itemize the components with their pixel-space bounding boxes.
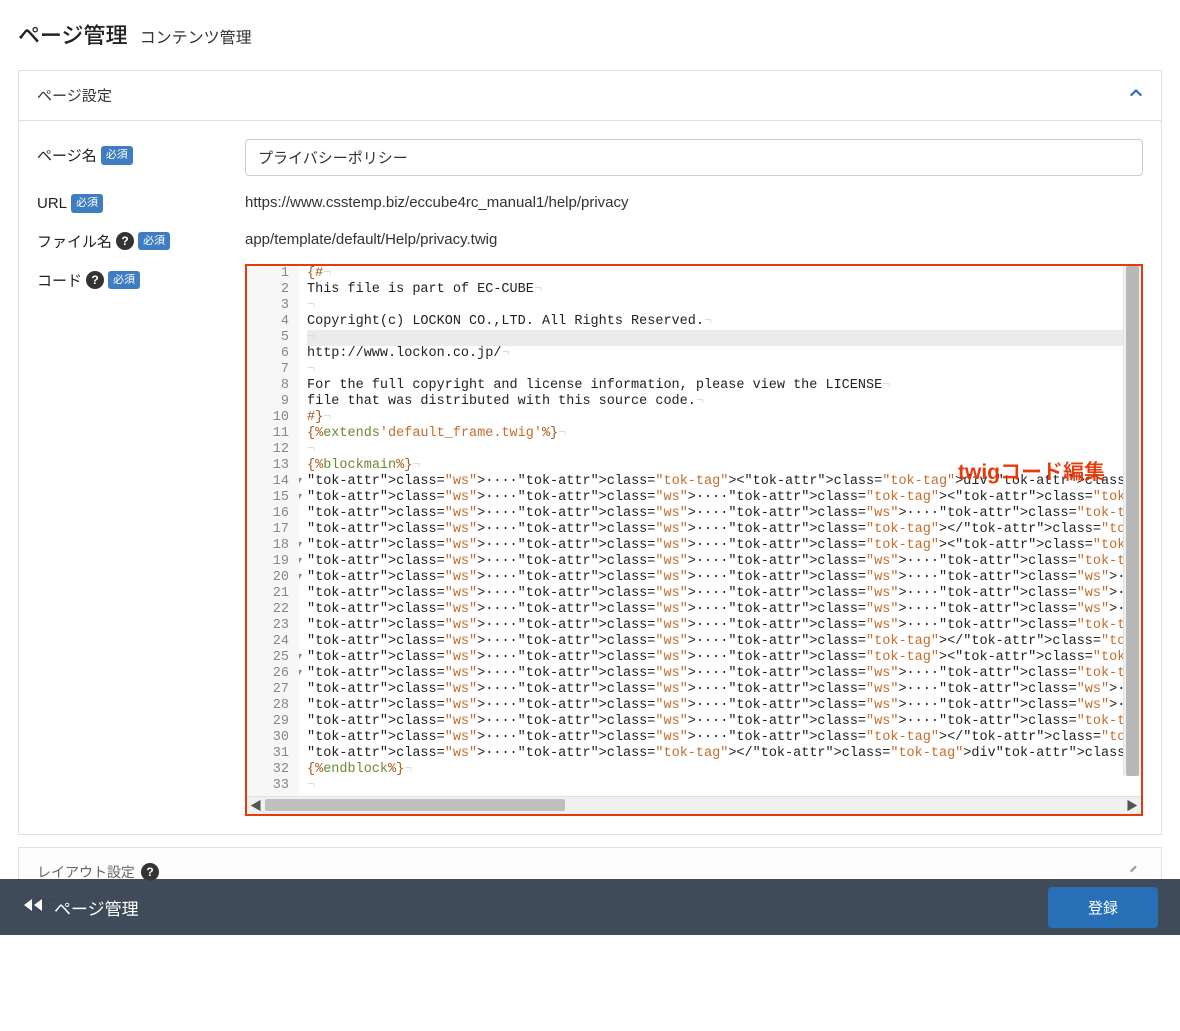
page-name-input[interactable] (245, 139, 1143, 176)
breadcrumb: コンテンツ管理 (140, 24, 252, 48)
scroll-right-icon[interactable]: ▶ (1123, 797, 1141, 814)
label-page-name: ページ名 必須 (37, 139, 227, 166)
help-icon[interactable]: ? (141, 863, 159, 881)
scroll-left-icon[interactable]: ◀ (247, 797, 265, 814)
label-code: コード ? 必須 (37, 264, 227, 291)
rewind-icon (22, 897, 44, 918)
card-header[interactable]: ページ設定 (19, 71, 1161, 121)
footer-bar: ページ管理 登録 (0, 879, 1180, 935)
file-name-value: app/template/default/Help/privacy.twig (245, 225, 1143, 248)
required-badge: 必須 (108, 271, 140, 290)
page-title: ページ管理 (18, 18, 128, 50)
line-gutter: 1234567891011121314151617181920212223242… (247, 266, 299, 796)
help-icon[interactable]: ? (116, 232, 134, 250)
card-title: ページ設定 (37, 85, 112, 106)
vertical-scrollbar[interactable] (1123, 266, 1141, 776)
required-badge: 必須 (138, 232, 170, 251)
page-settings-card: ページ設定 ページ名 必須 URL 必須 https://www.csstemp… (18, 70, 1162, 835)
required-badge: 必須 (71, 194, 103, 213)
label-url: URL 必須 (37, 188, 227, 213)
submit-button[interactable]: 登録 (1048, 887, 1158, 928)
page-header: ページ管理 コンテンツ管理 (18, 18, 1162, 70)
code-editor-wrapper: twigコード編集 123456789101112131415161718192… (245, 264, 1143, 816)
code-lines[interactable]: {#¬This file is part of EC-CUBE¬¬Copyrig… (299, 266, 1141, 796)
back-label: ページ管理 (54, 895, 139, 920)
code-editor[interactable]: 1234567891011121314151617181920212223242… (247, 266, 1141, 796)
url-value: https://www.csstemp.biz/eccube4rc_manual… (245, 188, 1143, 211)
horizontal-scrollbar[interactable]: ◀ ▶ (247, 796, 1141, 814)
chevron-up-icon (1129, 86, 1143, 105)
help-icon[interactable]: ? (86, 271, 104, 289)
back-link[interactable]: ページ管理 (22, 895, 139, 920)
annotation-label: twigコード編集 (958, 456, 1105, 486)
required-badge: 必須 (101, 146, 133, 165)
label-file-name: ファイル名 ? 必須 (37, 225, 227, 252)
